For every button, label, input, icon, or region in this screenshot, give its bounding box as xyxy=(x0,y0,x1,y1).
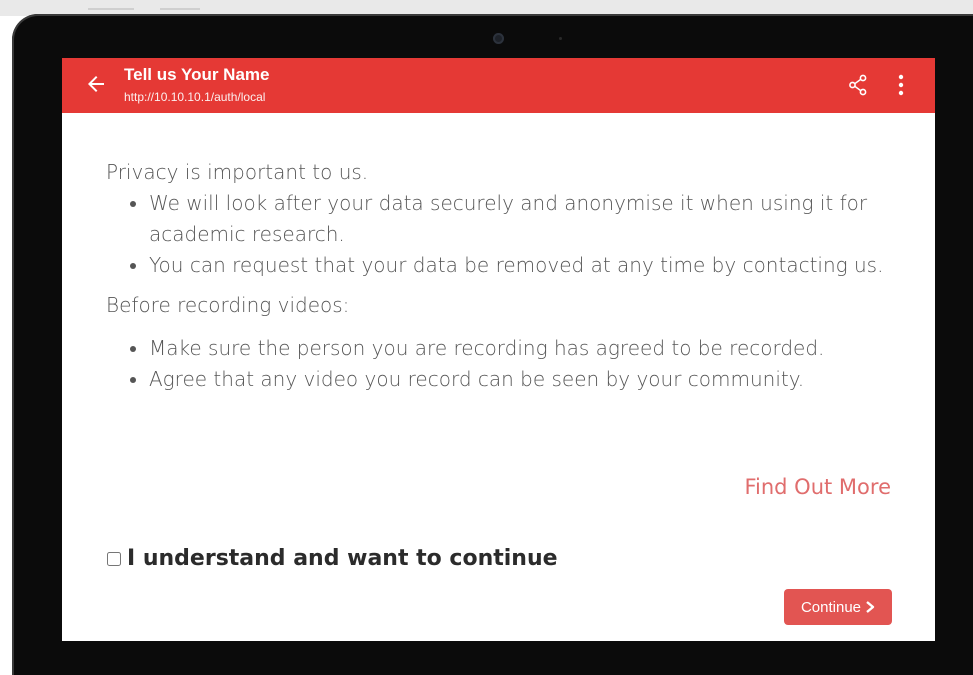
consent-row[interactable]: I understand and want to continue xyxy=(107,546,558,571)
page-title: Tell us Your Name xyxy=(124,65,270,84)
privacy-item: We will look after your data securely an… xyxy=(149,188,896,250)
continue-label: Continue xyxy=(800,598,862,616)
find-out-more-link[interactable]: Find Out More xyxy=(744,475,891,499)
tablet-scene: Tell us Your Name http://10.10.10.1/auth… xyxy=(0,0,973,675)
recording-heading: Before recording videos: xyxy=(106,293,350,317)
privacy-list: We will look after your data securely an… xyxy=(106,188,896,281)
share-icon[interactable] xyxy=(848,74,868,96)
recording-list: Make sure the person you are recording h… xyxy=(106,333,896,395)
more-vertical-icon[interactable] xyxy=(894,73,908,97)
tablet-screen: Tell us Your Name http://10.10.10.1/auth… xyxy=(62,58,935,641)
background-tick xyxy=(160,8,200,10)
background-tick xyxy=(88,8,134,10)
continue-button[interactable]: Continue xyxy=(784,589,892,625)
consent-checkbox[interactable] xyxy=(107,551,121,566)
consent-notice: Privacy is important to us. We will look… xyxy=(106,158,896,395)
recording-item: Agree that any video you record can be s… xyxy=(149,364,896,395)
recording-item: Make sure the person you are recording h… xyxy=(149,333,896,364)
light-sensor xyxy=(559,37,562,40)
privacy-item: You can request that your data be remove… xyxy=(149,250,896,281)
page-url: http://10.10.10.1/auth/local xyxy=(124,90,266,104)
consent-label[interactable]: I understand and want to continue xyxy=(127,546,558,571)
app-bar: Tell us Your Name http://10.10.10.1/auth… xyxy=(62,58,935,113)
chevron-right-icon xyxy=(866,601,875,613)
arrow-left-icon[interactable] xyxy=(84,72,108,96)
front-camera xyxy=(493,33,504,44)
privacy-heading: Privacy is important to us. xyxy=(106,160,369,184)
